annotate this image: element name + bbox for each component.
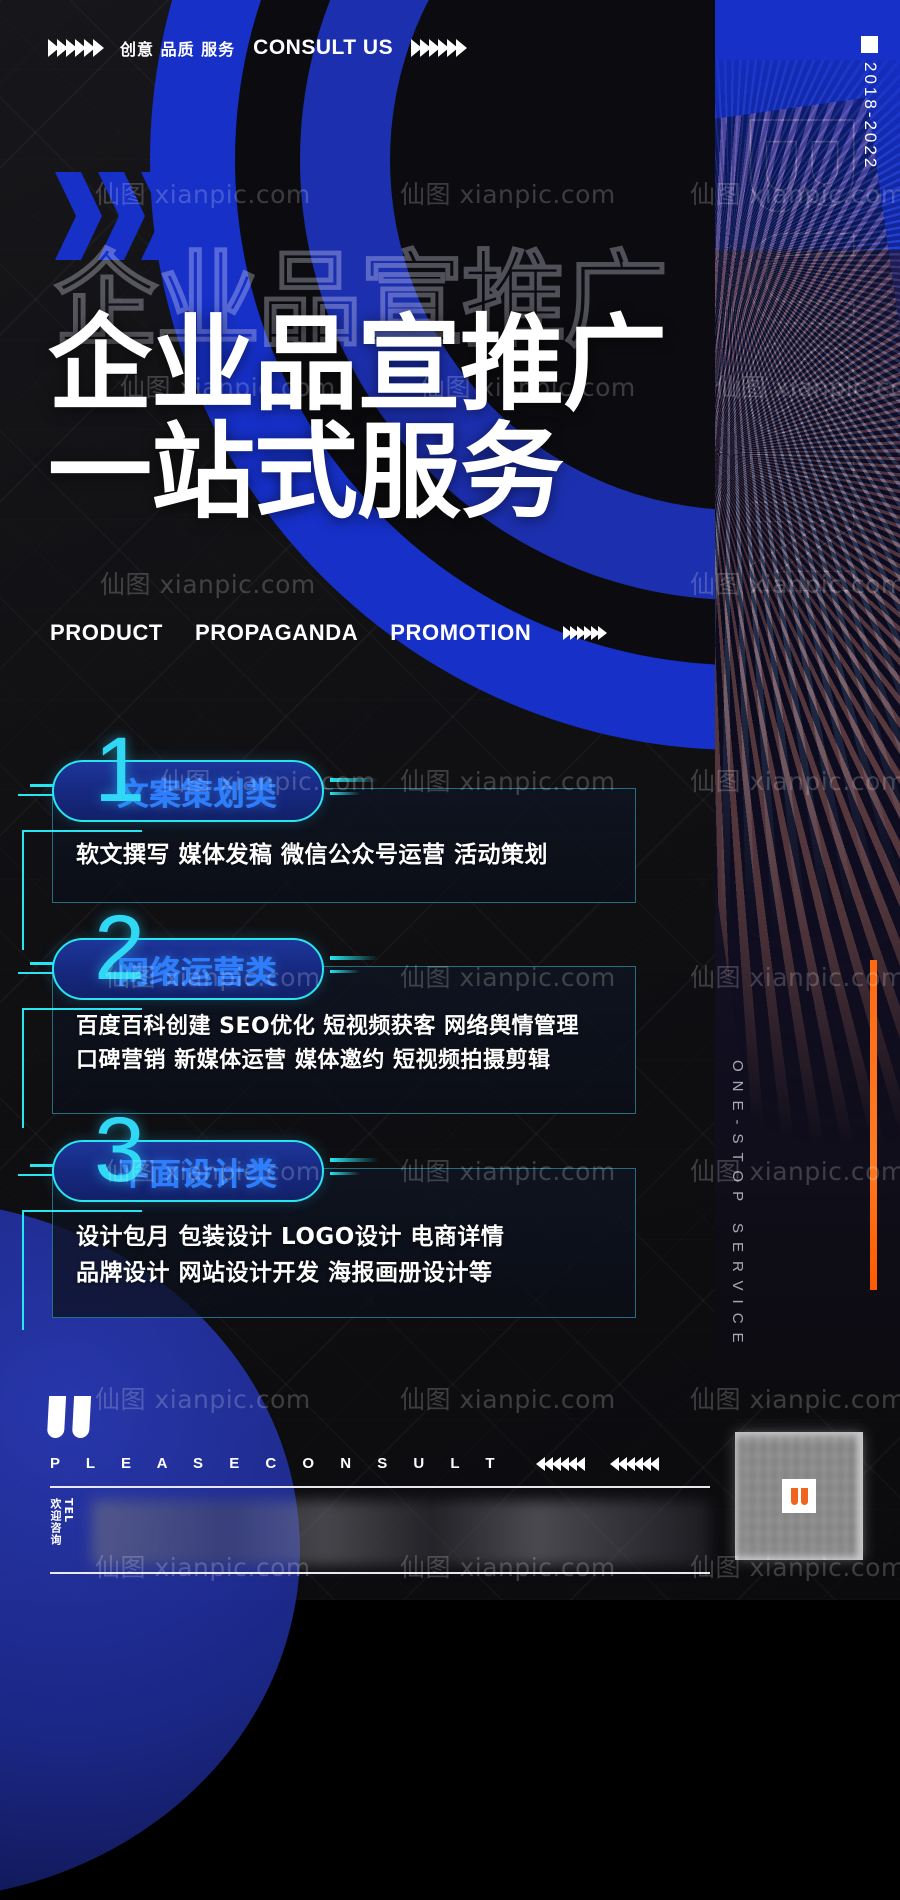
right-decorative-strip: BUSIN ONE-STOP SERVICE (715, 0, 900, 1395)
title-line-1: 企业品宣推广 (48, 303, 667, 425)
accent-tick (22, 830, 142, 832)
service-pill-1[interactable]: 文案策划类 (52, 760, 324, 822)
accent-tick (330, 956, 378, 960)
year-range-label: 2018-2022 (861, 62, 880, 171)
please-consult-label: P L E A S E C O N S U L T (50, 1455, 506, 1472)
service-items-1: 软文撰写 媒体发稿 微信公众号运营 活动策划 (76, 838, 618, 874)
accent-tick (22, 1210, 142, 1212)
qr-code[interactable] (735, 1432, 863, 1560)
accent-tick (330, 970, 360, 973)
service-pill-label-1: 文案策划类 (117, 776, 277, 813)
service-item-line: 软文撰写 媒体发稿 微信公众号运营 活动策划 (76, 842, 549, 868)
service-pill-2[interactable]: 网络运营类 (52, 938, 324, 1000)
one-stop-service-vertical-text: ONE-STOP SERVICE (729, 1060, 746, 1352)
arrow-right-icon (93, 39, 104, 57)
footer-divider-top (50, 1486, 710, 1488)
topbar-chinese-slogan: 创意 品质 服务 (120, 40, 236, 59)
please-consult-row: P L E A S E C O N S U L T (50, 1455, 710, 1472)
accent-tick (22, 1008, 24, 1128)
strip-orange-accent-bar (870, 960, 877, 1290)
service-pill-3[interactable]: 平面设计类 (52, 1140, 324, 1202)
arrow-left-icon (575, 1456, 585, 1471)
service-items-2: 百度百科创建 SEO优化 短视频获客 网络舆情管理 口碑营销 新媒体运营 媒体邀… (76, 1010, 618, 1078)
accent-tick (330, 778, 378, 782)
subtitle-word-promotion: PROMOTION (390, 620, 532, 645)
strip-moire-pattern-secondary (715, 60, 900, 1060)
title-line-2: 一站式服务 (48, 411, 564, 534)
service-item-line: 设计包月 包装设计 LOGO设计 电商详情 (76, 1224, 505, 1250)
accent-tick (22, 1008, 142, 1010)
service-item-line: 品牌设计 网站设计开发 海报画册设计等 (76, 1259, 493, 1286)
phone-number-redacted (92, 1500, 710, 1566)
accent-tick (22, 830, 24, 950)
service-item-line: 口碑营销 新媒体运营 媒体邀约 短视频拍摄剪辑 (76, 1048, 551, 1074)
arrows-right-icon-group-left (48, 39, 104, 57)
accent-tick (330, 792, 360, 795)
quote-mark-icon (46, 1396, 92, 1438)
quote-logo-icon (782, 1479, 816, 1513)
tel-label: TEL (62, 1498, 75, 1524)
page-title: 企业品宣推广 企业品宣推广 一站式服务 (48, 247, 669, 534)
arrow-right-icon (598, 626, 608, 640)
service-items-3: 设计包月 包装设计 LOGO设计 电商详情 品牌设计 网站设计开发 海报画册设计… (76, 1220, 618, 1291)
arrows-left-icon-group-1 (535, 1456, 585, 1471)
title-main-text: 企业品宣推广 一站式服务 (48, 310, 667, 534)
topbar-consult-us-label: CONSULT US (253, 36, 394, 59)
footer-divider-bottom (50, 1572, 710, 1574)
subtitle-word-product: PRODUCT (50, 620, 163, 645)
service-item-line: 百度百科创建 SEO优化 短视频获客 网络舆情管理 (76, 1014, 580, 1039)
arrows-left-icon-group-2 (609, 1456, 659, 1471)
accent-tick (22, 1210, 24, 1330)
arrow-left-icon (649, 1456, 659, 1471)
accent-tick (330, 1172, 360, 1175)
accent-tick (330, 1158, 378, 1162)
arrow-right-icon (456, 39, 468, 57)
subtitle-keywords-row: PRODUCT PROPAGANDA PROMOTION (50, 620, 608, 646)
top-slogan-bar: 创意 品质 服务 CONSULT US (48, 36, 468, 60)
arrows-right-icon-group-subtitle (563, 626, 608, 640)
welcome-label: 欢迎咨询 (49, 1498, 62, 1546)
tel-vertical-labels: 欢迎咨询 TEL (49, 1498, 107, 1546)
arrows-right-icon-group-right (411, 39, 468, 57)
white-square-icon (861, 36, 878, 53)
subtitle-word-propaganda: PROPAGANDA (194, 620, 359, 645)
service-pill-label-2: 网络运营类 (117, 954, 277, 991)
service-pill-label-3: 平面设计类 (117, 1156, 277, 1193)
